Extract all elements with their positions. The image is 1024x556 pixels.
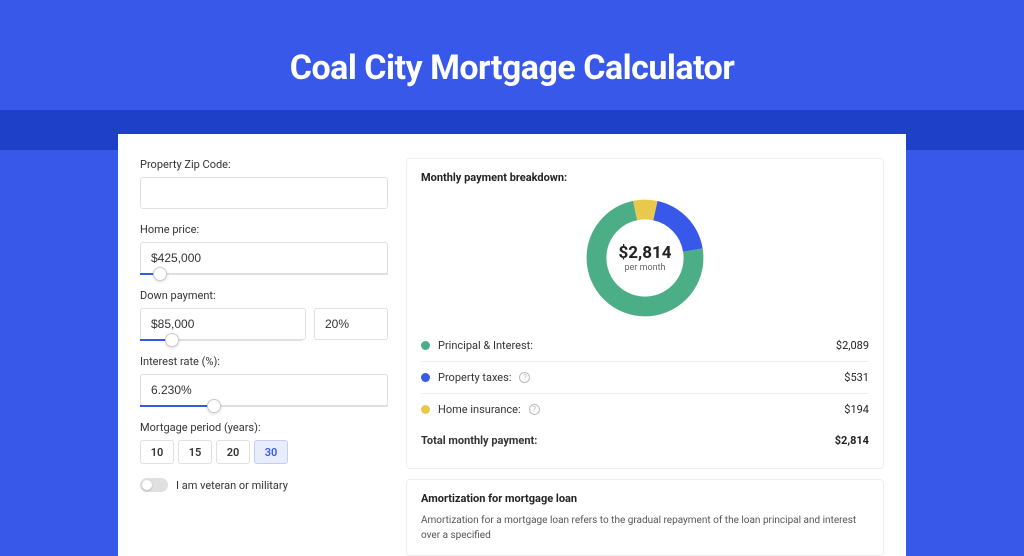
period-field-block: Mortgage period (years): 10152030	[140, 421, 388, 464]
legend-value: $194	[844, 403, 869, 416]
donut-wrap: $2,814 per month	[421, 192, 869, 330]
total-value: $2,814	[835, 434, 869, 447]
interest-label: Interest rate (%):	[140, 355, 388, 368]
down-payment-field-block: Down payment:	[140, 289, 388, 341]
zip-field-block: Property Zip Code:	[140, 158, 388, 209]
legend-row: Property taxes:? $531	[421, 362, 869, 394]
veteran-label: I am veteran or military	[176, 479, 288, 492]
veteran-toggle[interactable]	[140, 478, 168, 492]
down-payment-amount-input[interactable]	[140, 308, 306, 340]
legend-row: Principal & Interest: $2,089	[421, 330, 869, 362]
legend-label: Home insurance:	[438, 403, 521, 416]
zip-input[interactable]	[140, 177, 388, 209]
home-price-slider[interactable]	[140, 273, 388, 275]
amortization-text: Amortization for a mortgage loan refers …	[421, 513, 869, 543]
home-price-label: Home price:	[140, 223, 388, 236]
page-title: Coal City Mortgage Calculator	[0, 0, 1024, 110]
down-payment-pct-input[interactable]	[314, 308, 388, 340]
legend-dot	[421, 373, 430, 382]
interest-slider[interactable]	[140, 405, 388, 407]
legend-row: Home insurance:? $194	[421, 394, 869, 425]
legend-label: Principal & Interest:	[438, 339, 533, 352]
legend-list: Principal & Interest: $2,089 Property taxe…	[421, 330, 869, 425]
results-column: Monthly payment breakdown: $2,814 per mo…	[406, 158, 884, 556]
home-price-field-block: Home price:	[140, 223, 388, 275]
total-row: Total monthly payment: $2,814	[421, 425, 869, 456]
period-btn-10[interactable]: 10	[140, 440, 174, 464]
help-icon[interactable]: ?	[519, 372, 530, 383]
legend-label: Property taxes:	[438, 371, 511, 384]
calculator-card: Property Zip Code: Home price: Down paym…	[118, 134, 906, 556]
donut-sub: per month	[624, 263, 665, 273]
amortization-panel: Amortization for mortgage loan Amortizat…	[406, 479, 884, 556]
period-row: 10152030	[140, 440, 388, 464]
period-btn-30[interactable]: 30	[254, 440, 288, 464]
amortization-title: Amortization for mortgage loan	[421, 492, 869, 505]
veteran-toggle-row: I am veteran or military	[140, 478, 388, 492]
home-price-input[interactable]	[140, 242, 388, 274]
donut-center: $2,814 per month	[581, 194, 709, 322]
interest-field-block: Interest rate (%):	[140, 355, 388, 407]
legend-dot	[421, 341, 430, 350]
down-payment-label: Down payment:	[140, 289, 388, 302]
help-icon[interactable]: ?	[529, 404, 540, 415]
period-btn-15[interactable]: 15	[178, 440, 212, 464]
legend-value: $2,089	[836, 339, 869, 352]
zip-label: Property Zip Code:	[140, 158, 388, 171]
donut-chart: $2,814 per month	[581, 194, 709, 322]
toggle-knob	[142, 480, 152, 490]
breakdown-title: Monthly payment breakdown:	[421, 171, 869, 184]
period-label: Mortgage period (years):	[140, 421, 388, 434]
home-price-slider-thumb[interactable]	[153, 267, 167, 281]
period-btn-20[interactable]: 20	[216, 440, 250, 464]
interest-input[interactable]	[140, 374, 388, 406]
donut-amount: $2,814	[619, 243, 672, 263]
legend-dot	[421, 405, 430, 414]
total-label: Total monthly payment:	[421, 434, 537, 447]
interest-slider-thumb[interactable]	[207, 399, 221, 413]
breakdown-panel: Monthly payment breakdown: $2,814 per mo…	[406, 158, 884, 469]
down-payment-slider[interactable]	[140, 339, 302, 341]
down-payment-slider-thumb[interactable]	[165, 333, 179, 347]
form-column: Property Zip Code: Home price: Down paym…	[140, 158, 388, 556]
legend-value: $531	[844, 371, 869, 384]
